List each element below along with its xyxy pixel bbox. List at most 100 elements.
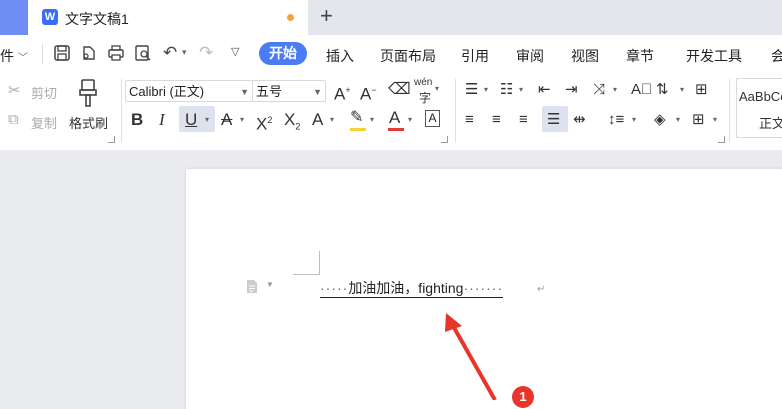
font-color-icon[interactable]: A [389, 109, 400, 127]
chevron-down-icon: ﹀ [17, 53, 28, 64]
chevron-down-icon: ▼ [313, 87, 322, 97]
writer-doc-icon: W [42, 9, 58, 25]
chevron-down-icon[interactable]: ▾ [240, 115, 244, 124]
undo-dropdown-icon[interactable]: ▾ [182, 47, 187, 58]
paragraph-launcher-icon[interactable] [718, 136, 725, 143]
style-sample: AaBbCc [739, 89, 782, 104]
margin-corner-mark [319, 251, 320, 275]
menu-review[interactable]: 审阅 [516, 46, 544, 66]
divider [121, 79, 122, 143]
menu-insert[interactable]: 插入 [326, 46, 354, 66]
highlight-color-bar [350, 128, 366, 131]
leading-space-marks: ····· [320, 280, 349, 296]
file-menu-label: 件 [0, 48, 14, 64]
font-size-select[interactable]: 五号 ▼ [252, 80, 326, 102]
sort-icon[interactable]: ⇅ [656, 81, 669, 99]
clipboard-launcher-icon[interactable] [108, 136, 115, 143]
new-tab-icon[interactable]: + [320, 5, 333, 27]
divider [729, 79, 730, 143]
menu-references[interactable]: 引用 [461, 46, 489, 66]
decrease-font-icon[interactable]: A− [360, 81, 377, 104]
phonetic-guide-icon[interactable]: wén [414, 77, 432, 88]
chevron-down-icon[interactable]: ▾ [676, 115, 680, 124]
divider [42, 44, 43, 64]
chevron-down-icon[interactable]: ▾ [484, 85, 488, 94]
menu-developer[interactable]: 开发工具 [686, 46, 742, 66]
strikethrough-icon[interactable]: A [221, 111, 232, 129]
borders-icon[interactable]: ⊞ [692, 111, 705, 129]
format-painter-button[interactable]: 格式刷 [69, 113, 108, 132]
increase-font-icon[interactable]: A+ [334, 81, 351, 104]
trailing-space-marks: ······· [463, 280, 504, 296]
subscript-icon[interactable]: X2 [284, 110, 300, 135]
paragraph-menu-icon[interactable] [246, 279, 258, 294]
chevron-down-icon[interactable]: ▾ [330, 115, 334, 124]
copy-button[interactable]: 复制 [31, 113, 57, 132]
redo-icon[interactable]: ↷ [199, 43, 213, 63]
shading-icon[interactable]: ◈ [654, 111, 666, 129]
text-effect-icon[interactable]: A [312, 111, 323, 129]
export-icon[interactable] [80, 44, 98, 62]
phonetic-guide-char: 字 [419, 91, 432, 105]
superscript-icon[interactable]: X2 [256, 111, 272, 134]
copy-icon[interactable]: ⧉ [8, 111, 19, 129]
cut-button[interactable]: 剪切 [31, 83, 57, 102]
paragraph-mark: ↵ [537, 284, 546, 295]
increase-indent-icon[interactable]: ⇥ [565, 81, 578, 99]
show-marks-icon[interactable]: ⊞ [695, 81, 708, 99]
clear-format-icon[interactable]: ⌫ [388, 81, 411, 99]
format-painter-icon[interactable] [77, 78, 101, 108]
menu-page-layout[interactable]: 页面布局 [380, 46, 436, 66]
font-name-select[interactable]: Calibri (正文) ▼ [125, 80, 253, 102]
document-tab-title: 文字文稿1 [65, 11, 129, 27]
bold-icon[interactable]: B [131, 111, 143, 129]
chevron-down-icon[interactable]: ▾ [370, 115, 374, 124]
chevron-down-icon[interactable]: ▾ [519, 85, 523, 94]
chevron-down-icon[interactable]: ▾ [632, 115, 636, 124]
chevron-down-icon[interactable]: ▾ [713, 115, 717, 124]
character-border-icon[interactable]: A [425, 110, 440, 127]
numbered-list-icon[interactable]: ☷ [500, 81, 513, 99]
print-icon[interactable] [107, 44, 125, 62]
line-spacing-icon[interactable]: ↕≡ [608, 111, 624, 129]
distributed-align-icon[interactable]: ⇹ [573, 111, 586, 129]
chevron-down-icon[interactable]: ▾ [205, 115, 209, 124]
align-right-icon[interactable]: ≡ [519, 111, 528, 129]
chevron-down-icon[interactable]: ▼ [266, 280, 274, 289]
align-left-icon[interactable]: ≡ [465, 111, 474, 129]
document-text: 加油加油，fighting [348, 280, 464, 296]
print-preview-icon[interactable] [134, 44, 152, 62]
app-home-tab[interactable] [0, 0, 28, 35]
bullet-list-icon[interactable]: ☰ [465, 81, 478, 99]
save-icon[interactable] [53, 44, 71, 62]
italic-icon[interactable]: I [159, 111, 165, 129]
menu-view[interactable]: 视图 [571, 46, 599, 66]
underline-icon[interactable]: U [185, 111, 197, 129]
font-launcher-icon[interactable] [441, 136, 448, 143]
justify-icon[interactable]: ☰ [547, 111, 560, 129]
align-center-icon[interactable]: ≡ [492, 111, 501, 129]
style-name: 正文 [759, 116, 782, 131]
chevron-down-icon[interactable]: ▾ [613, 85, 617, 94]
decrease-indent-icon[interactable]: ⇤ [538, 81, 551, 99]
chinese-layout-icon[interactable]: ⤨ [593, 81, 605, 99]
style-gallery[interactable]: AaBbCc 正文 [736, 78, 782, 138]
customize-toolbar-icon[interactable]: ▽ [231, 45, 239, 58]
chevron-down-icon: ▼ [240, 87, 249, 97]
text-direction-icon[interactable]: A⃒ [631, 81, 652, 99]
step-number-badge: 1 [512, 386, 534, 408]
undo-icon[interactable]: ↶ [163, 43, 177, 63]
scissors-icon[interactable]: ✂ [8, 82, 21, 100]
menu-start[interactable]: 开始 [259, 42, 307, 65]
font-size-value: 五号 [256, 84, 283, 99]
document-tab[interactable]: W 文字文稿1 [28, 0, 308, 35]
document-text-line[interactable]: ·····加油加油，fighting······· [320, 279, 504, 298]
chevron-down-icon[interactable]: ▾ [680, 85, 684, 94]
file-menu[interactable]: 件 ﹀ [0, 46, 28, 66]
highlight-icon[interactable]: ✎ [350, 109, 363, 127]
chevron-down-icon[interactable]: ▾ [435, 84, 439, 93]
chevron-down-icon[interactable]: ▾ [408, 115, 412, 124]
menu-more[interactable]: 会 [771, 46, 782, 66]
menu-bar: 件 ﹀ ↶ ▾ ↷ ▽ 开始 插入 页面布局 引用 审阅 视图 章节 开发工具 … [0, 35, 782, 73]
menu-section[interactable]: 章节 [626, 46, 654, 66]
